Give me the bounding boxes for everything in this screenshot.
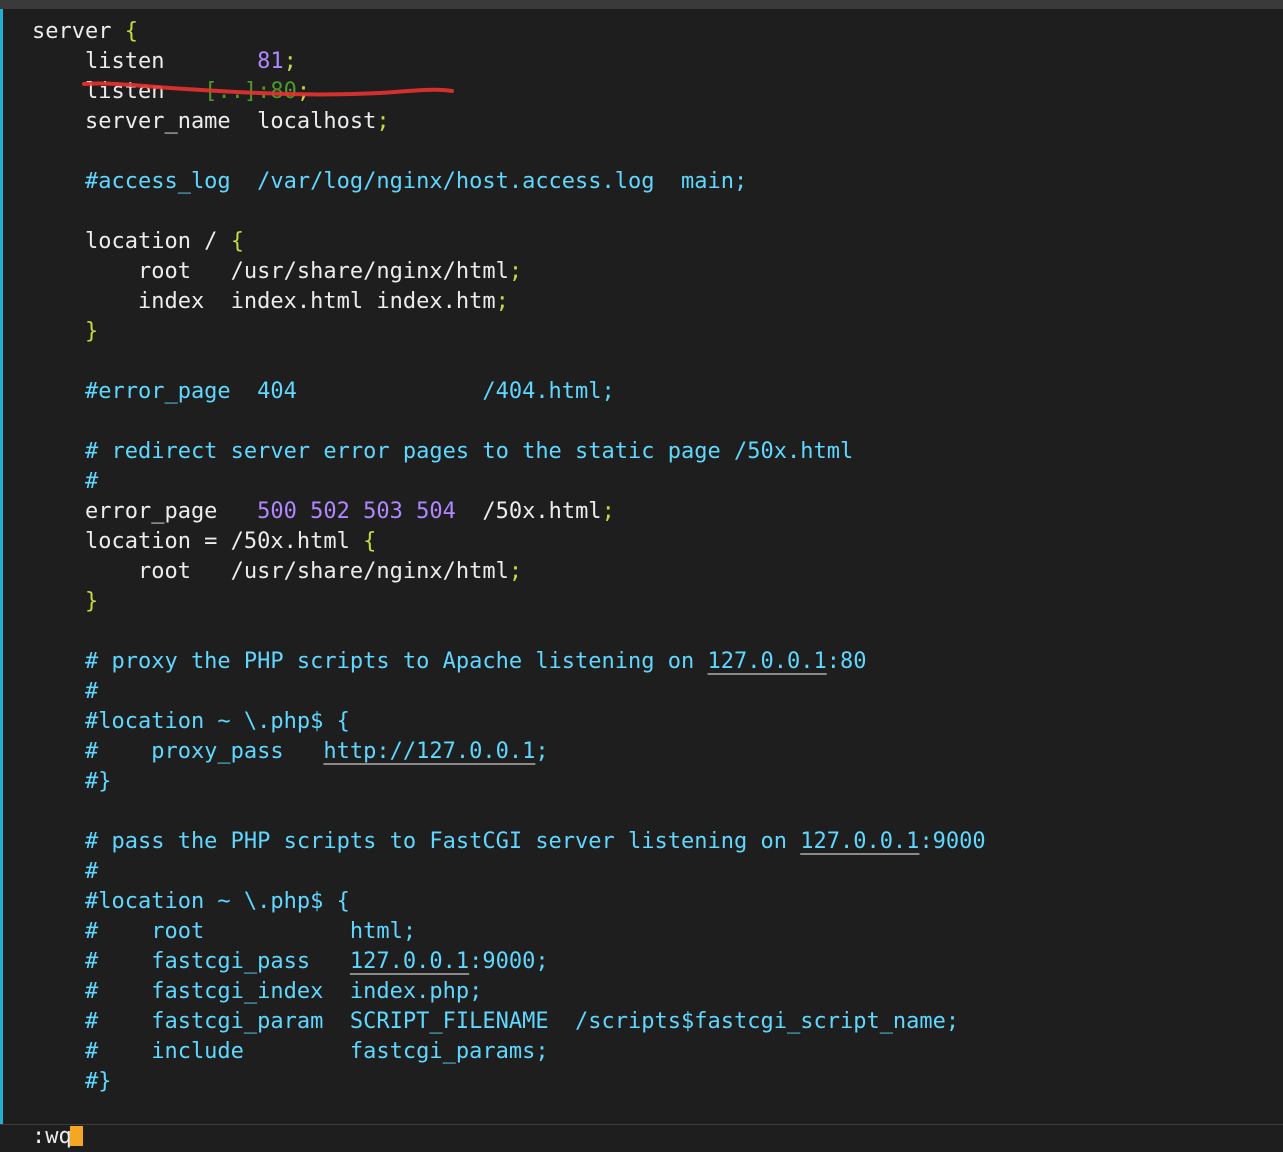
code-token: # include fastcgi_params; [32,1039,549,1064]
code-token: #access_log /var/log/nginx/host.access.l… [32,169,748,194]
code-token: listen [32,79,191,104]
code-token: # [32,679,99,704]
code-line[interactable]: # proxy_pass http://127.0.0.1; [32,737,986,767]
code-line[interactable]: root /usr/share/nginx/html; [32,557,986,587]
code-token: ; [535,739,549,764]
code-token: ; [376,109,390,134]
code-token: location = /50x.html [32,529,364,554]
code-line[interactable]: #} [32,1067,986,1097]
code-line[interactable]: # pass the PHP scripts to FastCGI server… [32,827,986,857]
code-line[interactable]: # proxy the PHP scripts to Apache listen… [32,647,986,677]
code-line[interactable]: #location ~ \.php$ { [32,887,986,917]
code-token: error_page [32,499,258,524]
code-line[interactable]: location = /50x.html { [32,527,986,557]
code-line[interactable]: # fastcgi_index index.php; [32,977,986,1007]
code-token: #} [32,1069,112,1094]
code-token: location / [32,229,231,254]
code-token: # fastcgi_index index.php; [32,979,483,1004]
code-token: server [32,19,125,44]
code-line[interactable] [32,137,986,167]
code-link-token[interactable]: 127.0.0.1 [708,649,827,674]
code-token: ; [601,499,615,524]
code-line[interactable]: # [32,857,986,887]
code-line[interactable]: # root html; [32,917,986,947]
code-content[interactable]: server { listen 81; listen [..]:80; serv… [32,17,986,1097]
code-token: server_name localhost [32,109,377,134]
code-token: listen [32,49,258,74]
code-line[interactable]: listen [..]:80; [32,77,986,107]
command-text: :wq [32,1124,72,1149]
code-token: index index.html index.htm [32,289,496,314]
code-token: ; [495,289,509,314]
code-line[interactable] [32,407,986,437]
code-line[interactable]: } [32,317,986,347]
code-token: :80 [826,649,867,674]
code-token: } [84,319,99,344]
code-token: 81 [257,49,284,74]
code-line[interactable] [32,797,986,827]
code-line[interactable]: #} [32,767,986,797]
code-token: # proxy the PHP scripts to Apache listen… [32,649,708,674]
code-token: :9000 [919,829,986,854]
code-line[interactable] [32,197,986,227]
code-line[interactable]: # include fastcgi_params; [32,1037,986,1067]
code-token: # root html; [32,919,417,944]
code-link-token[interactable]: 127.0.0.1 [350,949,469,974]
code-line[interactable]: #error_page 404 /404.html; [32,377,986,407]
code-line[interactable]: #location ~ \.php$ { [32,707,986,737]
code-line[interactable]: error_page 500 502 503 504 /50x.html; [32,497,986,527]
code-line[interactable]: index index.html index.htm; [32,287,986,317]
code-token: { [124,19,138,44]
code-line[interactable]: location / { [32,227,986,257]
code-line[interactable]: root /usr/share/nginx/html; [32,257,986,287]
code-line[interactable]: } [32,587,986,617]
code-line[interactable]: # [32,677,986,707]
code-line[interactable]: #access_log /var/log/nginx/host.access.l… [32,167,986,197]
code-line[interactable]: listen 81; [32,47,986,77]
code-token: root /usr/share/nginx/html [32,259,509,284]
code-line[interactable]: # redirect server error pages to the sta… [32,437,986,467]
code-token: [..]:80 [190,79,297,104]
code-token: { [230,229,244,254]
code-token: # fastcgi_pass [32,949,350,974]
code-token: #error_page 404 /404.html; [32,379,615,404]
code-link-token[interactable]: 127.0.0.1 [800,829,919,854]
code-token: #location ~ \.php$ { [32,889,350,914]
code-token: ; [296,79,311,104]
code-token: root /usr/share/nginx/html [32,559,509,584]
code-line[interactable]: # fastcgi_pass 127.0.0.1:9000; [32,947,986,977]
code-line[interactable] [32,617,986,647]
code-line[interactable]: server { [32,17,986,47]
gutter-accent-bar [0,9,3,1124]
code-line[interactable] [32,347,986,377]
code-token: { [363,529,377,554]
text-cursor [70,1126,83,1146]
code-token: /50x.html [455,499,602,524]
code-line[interactable]: # fastcgi_param SCRIPT_FILENAME /scripts… [32,1007,986,1037]
code-token: # [32,859,99,884]
code-token: 500 502 503 504 [257,499,456,524]
code-token: ; [283,49,297,74]
code-token: # fastcgi_param SCRIPT_FILENAME /scripts… [32,1009,960,1034]
code-token: # redirect server error pages to the sta… [32,439,854,464]
vim-command-line[interactable]: :wq [0,1124,1283,1149]
code-link-token[interactable]: http://127.0.0.1 [323,739,535,764]
code-token: # [32,469,99,494]
code-token: ; [508,259,523,284]
code-token: :9000; [469,949,549,974]
code-line[interactable]: # [32,467,986,497]
code-token: #} [32,769,112,794]
code-token: #location ~ \.php$ { [32,709,350,734]
code-token: ; [508,559,523,584]
code-token: # proxy_pass [32,739,324,764]
code-line[interactable]: server_name localhost; [32,107,986,137]
code-token: } [84,589,99,614]
window-top-bar [0,0,1283,9]
code-token: # pass the PHP scripts to FastCGI server… [32,829,801,854]
